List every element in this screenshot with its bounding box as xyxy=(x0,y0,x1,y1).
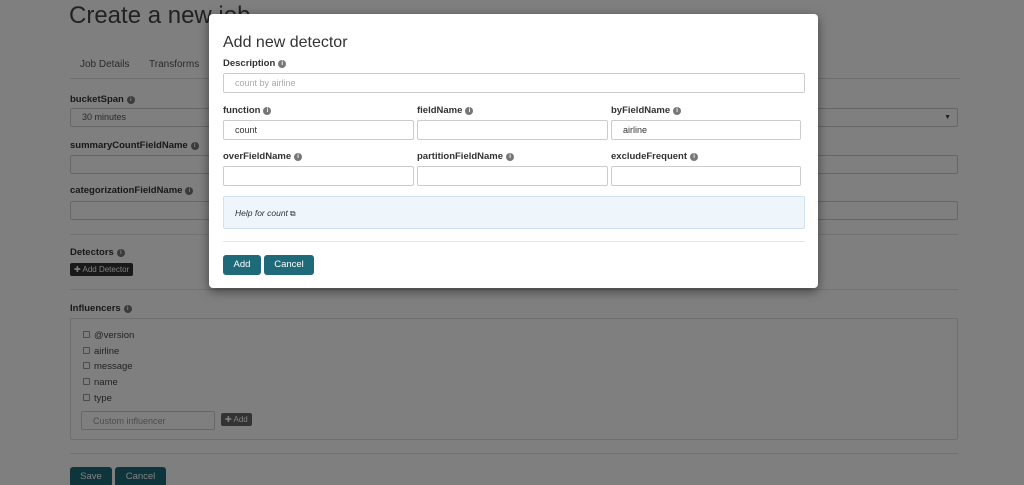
help-panel: Help for count ⧉ xyxy=(223,196,805,229)
info-icon[interactable]: i xyxy=(506,153,515,161)
help-link-text: Help for count xyxy=(235,208,288,218)
exclude-frequent-label-text: excludeFrequent xyxy=(611,151,688,162)
over-field-name-label-text: overFieldName xyxy=(223,151,292,162)
modal-add-button[interactable]: Add xyxy=(223,255,261,275)
info-icon[interactable]: i xyxy=(263,107,272,115)
field-name-label-text: fieldName xyxy=(417,105,463,116)
function-label: function i xyxy=(223,105,272,116)
over-field-name-input[interactable] xyxy=(223,166,414,186)
exclude-frequent-label: excludeFrequent i xyxy=(611,151,699,162)
partition-field-name-input[interactable] xyxy=(417,166,608,186)
external-link-icon: ⧉ xyxy=(289,209,296,218)
by-field-name-label-text: byFieldName xyxy=(611,105,671,116)
by-field-name-input[interactable]: airline xyxy=(611,120,801,140)
exclude-frequent-input[interactable] xyxy=(611,166,801,186)
field-name-label: fieldName i xyxy=(417,105,474,116)
description-label-text: Description xyxy=(223,58,276,69)
modal-cancel-button[interactable]: Cancel xyxy=(264,255,314,275)
info-icon[interactable]: i xyxy=(294,153,303,161)
field-name-input[interactable] xyxy=(417,120,608,140)
over-field-name-label: overFieldName i xyxy=(223,151,303,162)
help-link[interactable]: Help for count ⧉ xyxy=(235,208,296,219)
modal-title: Add new detector xyxy=(223,34,348,51)
function-input[interactable]: count xyxy=(223,120,414,140)
description-label: Description i xyxy=(223,58,287,69)
modal-divider xyxy=(223,241,805,242)
function-label-text: function xyxy=(223,105,261,116)
partition-field-name-label-text: partitionFieldName xyxy=(417,151,504,162)
description-input[interactable]: count by airline xyxy=(223,73,805,93)
by-field-name-label: byFieldName i xyxy=(611,105,682,116)
info-icon[interactable]: i xyxy=(690,153,699,161)
info-icon[interactable]: i xyxy=(278,60,287,68)
partition-field-name-label: partitionFieldName i xyxy=(417,151,515,162)
info-icon[interactable]: i xyxy=(673,107,682,115)
info-icon[interactable]: i xyxy=(465,107,474,115)
add-detector-modal: Add new detector Description i count by a… xyxy=(209,14,818,288)
